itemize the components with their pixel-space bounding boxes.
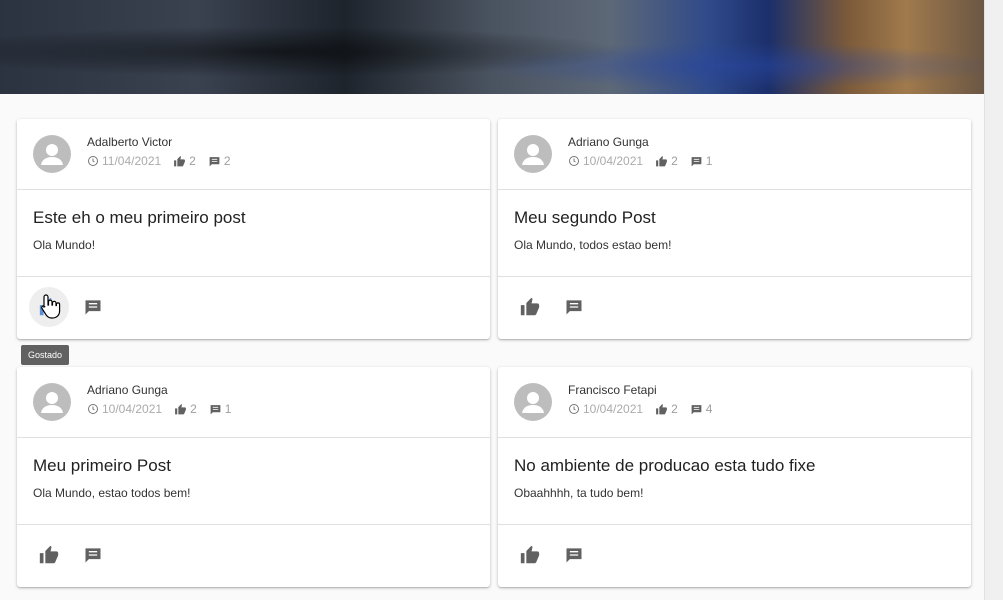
post-text: Ola Mundo, todos estao bem!	[514, 238, 672, 252]
comment-icon	[691, 404, 702, 414]
post-title: No ambiente de producao esta tudo fixe	[514, 456, 816, 475]
post-author: Francisco Fetapi	[568, 383, 657, 397]
post-header: Adriano Gunga 10/04/2021 2 1	[498, 119, 971, 190]
thumb-up-icon	[520, 297, 540, 316]
post-card: Francisco Fetapi 10/04/2021 2 4 No ambie…	[498, 367, 971, 587]
person-icon	[41, 392, 63, 413]
post-actions	[17, 277, 490, 340]
thumb-up-icon	[520, 545, 540, 564]
post-text: Ola Mundo!	[33, 238, 96, 252]
header-banner-image	[0, 0, 985, 94]
person-icon	[522, 144, 544, 165]
comment-count: 1	[224, 402, 232, 416]
thumb-up-icon	[39, 545, 59, 564]
like-button[interactable]	[29, 535, 69, 575]
clock-icon	[88, 156, 98, 166]
thumb-up-icon	[174, 155, 186, 166]
post-meta: 11/04/2021 2 2	[87, 154, 243, 168]
post-body: Meu segundo Post Ola Mundo, todos estao …	[498, 190, 971, 277]
post-title: Este eh o meu primeiro post	[33, 208, 246, 227]
post-title: Meu primeiro Post	[33, 456, 171, 475]
post-author: Adriano Gunga	[87, 383, 168, 397]
post-date: 11/04/2021	[102, 154, 162, 168]
post-title: Meu segundo Post	[514, 208, 656, 227]
post-actions	[498, 525, 971, 588]
avatar	[33, 383, 71, 421]
clock-icon	[88, 404, 98, 414]
post-header: Francisco Fetapi 10/04/2021 2 4	[498, 367, 971, 438]
post-header: Adriano Gunga 10/04/2021 2 1	[17, 367, 490, 438]
comment-icon	[691, 156, 702, 166]
post-meta: 10/04/2021 2 1	[568, 154, 724, 168]
comment-button[interactable]	[554, 535, 594, 575]
post-meta: 10/04/2021 2 4	[568, 402, 724, 416]
post-date: 10/04/2021	[583, 402, 644, 416]
like-button[interactable]	[510, 535, 550, 575]
post-card: Adalberto Victor 11/04/2021 2 2 Este eh …	[17, 119, 490, 339]
post-date: 10/04/2021	[583, 154, 644, 168]
like-count: 2	[671, 154, 678, 168]
post-actions	[498, 277, 971, 340]
thumb-up-icon	[656, 155, 667, 166]
post-header: Adalberto Victor 11/04/2021 2 2	[17, 119, 490, 190]
like-tooltip: Gostado	[21, 345, 70, 365]
comment-count: 4	[705, 402, 713, 416]
post-meta: 10/04/2021 2 1	[87, 402, 243, 416]
clock-icon	[569, 156, 579, 166]
thumb-up-icon	[175, 403, 186, 414]
post-date: 10/04/2021	[102, 402, 163, 416]
post-card: Adriano Gunga 10/04/2021 2 1 Meu primeir…	[17, 367, 490, 587]
hand-cursor-icon	[41, 294, 61, 319]
comment-button[interactable]	[73, 535, 113, 575]
post-body: Meu primeiro Post Ola Mundo, estao todos…	[17, 438, 490, 525]
clock-icon	[569, 404, 579, 414]
post-body: No ambiente de producao esta tudo fixe O…	[498, 438, 971, 525]
person-icon	[41, 144, 63, 165]
like-button[interactable]	[510, 287, 550, 327]
post-actions	[17, 525, 490, 588]
like-count: 2	[671, 402, 678, 416]
scrollbar[interactable]	[984, 0, 1003, 600]
comment-button[interactable]	[554, 287, 594, 327]
post-text: Ola Mundo, estao todos bem!	[33, 486, 191, 500]
person-icon	[522, 392, 544, 413]
comment-button[interactable]	[73, 287, 113, 327]
comment-icon	[85, 548, 101, 563]
comment-icon	[85, 300, 101, 315]
like-count: 2	[190, 402, 197, 416]
post-text: Obaahhhh, ta tudo bem!	[514, 486, 644, 500]
comment-icon	[210, 404, 221, 414]
avatar	[514, 135, 552, 173]
post-author: Adalberto Victor	[87, 135, 173, 149]
post-author: Adriano Gunga	[568, 135, 649, 149]
avatar	[33, 135, 71, 173]
post-card: Adriano Gunga 10/04/2021 2 1 Meu segundo…	[498, 119, 971, 339]
thumb-up-icon	[656, 403, 667, 414]
like-count: 2	[189, 154, 196, 168]
comment-icon	[209, 156, 220, 166]
comment-count: 1	[705, 154, 713, 168]
comment-count: 2	[223, 154, 231, 168]
comment-icon	[566, 300, 582, 315]
comment-icon	[566, 548, 582, 563]
avatar	[514, 383, 552, 421]
post-body: Este eh o meu primeiro post Ola Mundo!	[17, 190, 490, 277]
